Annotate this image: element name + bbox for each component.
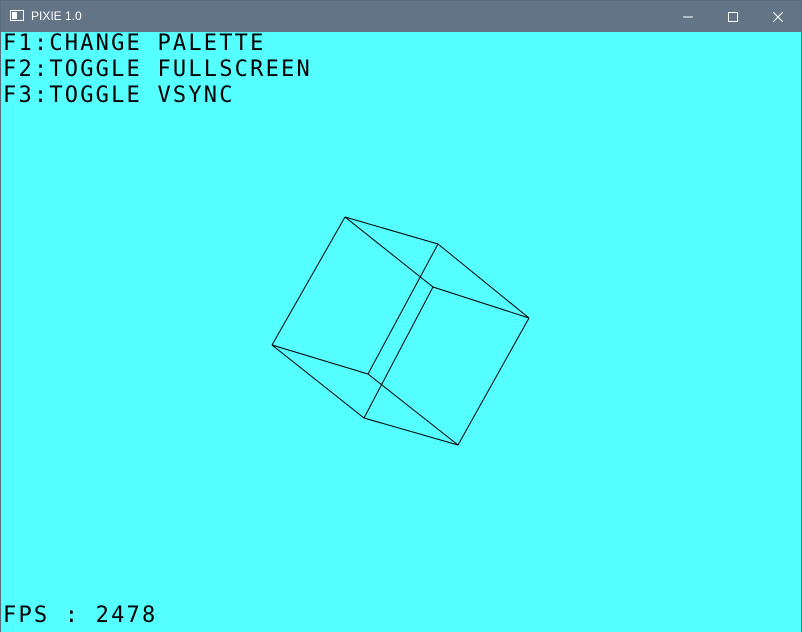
minimize-icon (683, 16, 693, 17)
help-text-f2: F2:TOGGLE FULLSCREEN (3, 57, 312, 82)
cube-edge (437, 243, 530, 319)
maximize-button[interactable] (710, 1, 756, 32)
help-text-f1: F1:CHANGE PALETTE (3, 32, 266, 56)
app-window: PIXIE 1.0 F1:CHANGE PALETTE F2:TOGGLE FU… (0, 0, 802, 632)
app-window-icon (10, 10, 24, 21)
window-title: PIXIE 1.0 (31, 9, 82, 23)
cube-edge (271, 216, 346, 346)
help-text-f3: F3:TOGGLE VSYNC (3, 83, 235, 108)
cube-edge (344, 216, 439, 245)
cube-edge (271, 344, 369, 375)
cube-edge (432, 286, 530, 319)
title-bar[interactable]: PIXIE 1.0 (1, 1, 801, 32)
cube-edge (363, 417, 459, 446)
minimize-button[interactable] (665, 1, 711, 32)
close-button[interactable] (755, 1, 801, 32)
fps-counter: FPS : 2478 (3, 603, 158, 628)
render-canvas[interactable]: F1:CHANGE PALETTE F2:TOGGLE FULLSCREEN F… (1, 32, 801, 632)
cube-edge (344, 216, 434, 288)
maximize-icon (728, 11, 738, 22)
close-icon (773, 11, 783, 22)
wireframe-cube (271, 216, 530, 446)
cube-edge (457, 317, 530, 446)
cube-edge (271, 344, 365, 419)
